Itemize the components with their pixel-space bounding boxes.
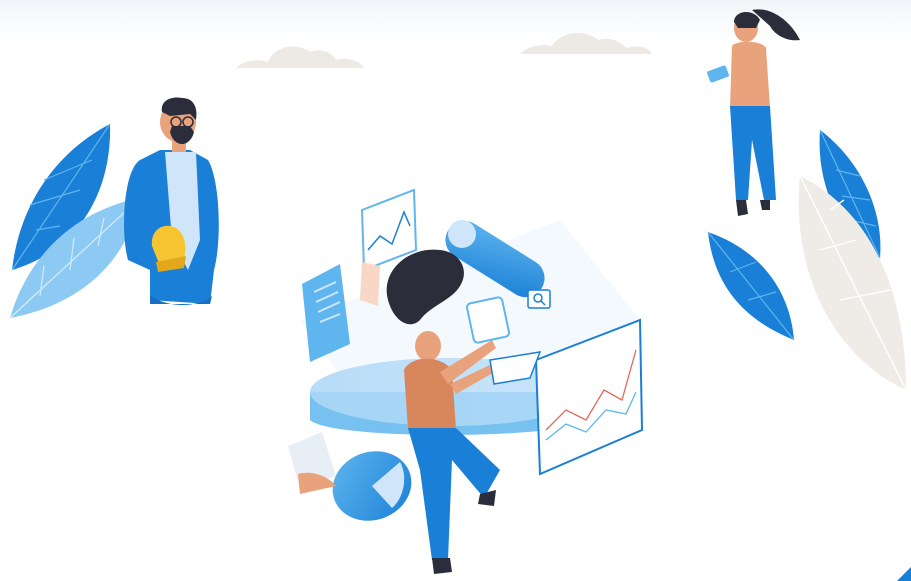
man-with-hard-hat-figure xyxy=(124,97,219,305)
data-visualization-scene xyxy=(288,188,644,574)
illustration-scene xyxy=(0,0,911,574)
woman-with-tablet-figure xyxy=(707,9,800,216)
hard-hat-icon xyxy=(151,225,186,272)
pie-chart-icon xyxy=(332,451,412,521)
cloud-icon xyxy=(236,46,364,68)
leaf-icon xyxy=(707,231,795,341)
tablet-icon xyxy=(707,65,729,83)
tablet-icon xyxy=(465,296,511,344)
search-icon xyxy=(527,289,551,309)
corner-accent xyxy=(897,567,911,581)
